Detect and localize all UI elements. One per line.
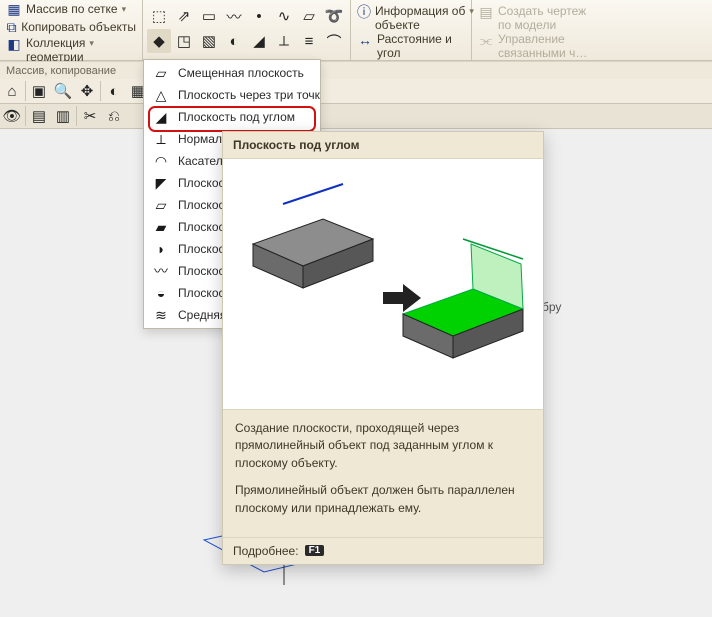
aux-geometry-grid: ⬚ ⇗ ▭ 〰 • ∿ ▱ ➰ ◆ ◳ ▧ ◐ ◢ ⟂ ≡ ⌒ bbox=[143, 0, 350, 57]
ct-eye-icon[interactable]: 👁 bbox=[0, 104, 24, 128]
tool-point-icon[interactable]: • bbox=[247, 4, 271, 28]
info-icon: ⓘ bbox=[357, 4, 371, 20]
tool-helix-icon[interactable]: ➰ bbox=[322, 4, 346, 28]
label-l1: Коллекция bbox=[26, 36, 85, 50]
ct-d-icon[interactable]: ⎌ bbox=[102, 104, 126, 128]
label-l1: Создать чертеж bbox=[498, 4, 586, 18]
plane-icon: ◠ bbox=[152, 153, 170, 170]
plane-icon: ≋ bbox=[152, 307, 170, 324]
label: Копировать объекты bbox=[21, 20, 136, 34]
ct-a-icon[interactable]: ▤ bbox=[27, 104, 51, 128]
plane-icon: ▰ bbox=[152, 219, 170, 236]
tool-plane-icon[interactable]: ⬚ bbox=[147, 4, 171, 28]
plane-icon: ◒ bbox=[152, 285, 170, 301]
mi-plane-3points[interactable]: △ Плоскость через три точки bbox=[144, 84, 320, 106]
copy-icon: ⧉ bbox=[6, 19, 17, 35]
label-l1: Информация об bbox=[375, 4, 465, 18]
plane-icon: ◤ bbox=[152, 175, 170, 192]
grid-array-icon: ▦ bbox=[6, 1, 22, 17]
label: Плоскость через три точки bbox=[178, 88, 320, 102]
label: Смещенная плоскость bbox=[178, 66, 304, 80]
btn-create-drawing: ▤ Создать чертеж по модели bbox=[472, 4, 593, 32]
chevron-down-icon: ▾ bbox=[122, 2, 130, 16]
vt-fit-icon[interactable]: ▣ bbox=[27, 79, 51, 103]
tool-f-icon[interactable]: ⟂ bbox=[272, 29, 296, 53]
label-l2: угол bbox=[377, 46, 452, 60]
link-icon: ⫘ bbox=[478, 32, 494, 48]
ct-b-icon[interactable]: ▥ bbox=[51, 104, 75, 128]
tooltip-desc-p1: Создание плоскости, проходящей через пря… bbox=[235, 420, 531, 472]
f1-key-icon: F1 bbox=[305, 545, 325, 556]
ribbon-labels: Массив, копирование bbox=[0, 61, 712, 79]
toolbars: ▦ Массив по сетке ▾ ⧉ Копировать объекты… bbox=[0, 0, 712, 129]
tooltip-description: Создание плоскости, проходящей через пря… bbox=[223, 409, 543, 537]
tool-e-icon[interactable]: ◢ bbox=[247, 29, 271, 53]
panel-label-array: Массив, копирование bbox=[0, 61, 154, 79]
vt-pan-icon[interactable]: ✥ bbox=[75, 79, 99, 103]
tool-h-icon[interactable]: ⌒ bbox=[322, 29, 346, 53]
plane-icon: ▱ bbox=[152, 197, 170, 214]
tool-plane2-icon[interactable]: ◆ bbox=[147, 29, 171, 53]
measure-icon: ↔ bbox=[357, 32, 373, 48]
label: Массив по сетке bbox=[26, 2, 118, 16]
plane-icon: △ bbox=[152, 87, 170, 104]
tooltip-more-label: Подробнее: bbox=[233, 544, 299, 558]
vt-home-icon[interactable]: ⌂ bbox=[0, 79, 24, 103]
label: Плоскость под углом bbox=[178, 110, 295, 124]
label-l2: связанными ч… bbox=[498, 46, 587, 60]
mi-plane-at-angle[interactable]: ◢ Плоскость под углом bbox=[144, 106, 320, 128]
label-l2: по модели bbox=[498, 18, 586, 32]
tool-b-icon[interactable]: ◳ bbox=[172, 29, 196, 53]
clipped-menu-text: бру bbox=[542, 300, 561, 314]
tooltip-illustration bbox=[223, 159, 543, 409]
plane-icon: ◗ bbox=[152, 241, 170, 257]
plane-angle-icon: ◢ bbox=[152, 109, 170, 126]
tooltip-title: Плоскость под углом bbox=[223, 132, 543, 159]
btn-geometry-collection[interactable]: ◧ Коллекция геометрии ▾ bbox=[0, 36, 142, 64]
plane-icon: ⟂ bbox=[152, 131, 170, 148]
tooltip-more: Подробнее: F1 bbox=[223, 537, 543, 564]
tool-c-icon[interactable]: ▧ bbox=[197, 29, 221, 53]
vt-zoom-icon[interactable]: 🔍 bbox=[51, 79, 75, 103]
ribbon-row: ▦ Массив по сетке ▾ ⧉ Копировать объекты… bbox=[0, 0, 712, 61]
tooltip-card: Плоскость под углом Созд bbox=[222, 131, 544, 565]
mi-offset-plane[interactable]: ▱ Смещенная плоскость bbox=[144, 62, 320, 84]
tool-lcs-icon[interactable]: ▭ bbox=[197, 4, 221, 28]
tool-g-icon[interactable]: ≡ bbox=[297, 29, 321, 53]
vt-shaded-icon[interactable]: ◐ bbox=[102, 79, 126, 103]
drawing-icon: ▤ bbox=[478, 4, 494, 20]
ct-c-icon[interactable]: ✂ bbox=[78, 104, 102, 128]
context-toolbar: 👁 ▤ ▥ ✂ ⎌ bbox=[0, 104, 712, 129]
tool-spline-icon[interactable]: ∿ bbox=[272, 4, 296, 28]
btn-distance-angle[interactable]: ↔ Расстояние и угол bbox=[351, 32, 471, 60]
btn-array-grid[interactable]: ▦ Массив по сетке ▾ bbox=[0, 0, 142, 18]
btn-linked-mgmt: ⫘ Управление связанными ч… bbox=[472, 32, 593, 60]
btn-object-info[interactable]: ⓘ Информация об объекте ▾ bbox=[351, 4, 471, 32]
tool-axis-icon[interactable]: ⇗ bbox=[172, 4, 196, 28]
label-l1: Расстояние и bbox=[377, 32, 452, 46]
tool-curve-icon[interactable]: 〰 bbox=[222, 4, 246, 28]
plane-icon: 〰 bbox=[152, 261, 170, 281]
tool-d-icon[interactable]: ◐ bbox=[222, 29, 246, 53]
label-l2: объекте bbox=[375, 18, 465, 32]
label-l1: Управление bbox=[498, 32, 587, 46]
tooltip-desc-p2: Прямолинейный объект должен быть паралле… bbox=[235, 482, 531, 517]
tool-surface-icon[interactable]: ▱ bbox=[297, 4, 321, 28]
chevron-down-icon: ▾ bbox=[89, 36, 97, 50]
collection-icon: ◧ bbox=[6, 36, 22, 52]
btn-copy-objects[interactable]: ⧉ Копировать объекты bbox=[0, 18, 142, 36]
view-toolbar: ⌂ ▣ 🔍 ✥ ◐ ▦ ◧ ◈ bbox=[0, 79, 712, 104]
plane-icon: ▱ bbox=[152, 65, 170, 82]
